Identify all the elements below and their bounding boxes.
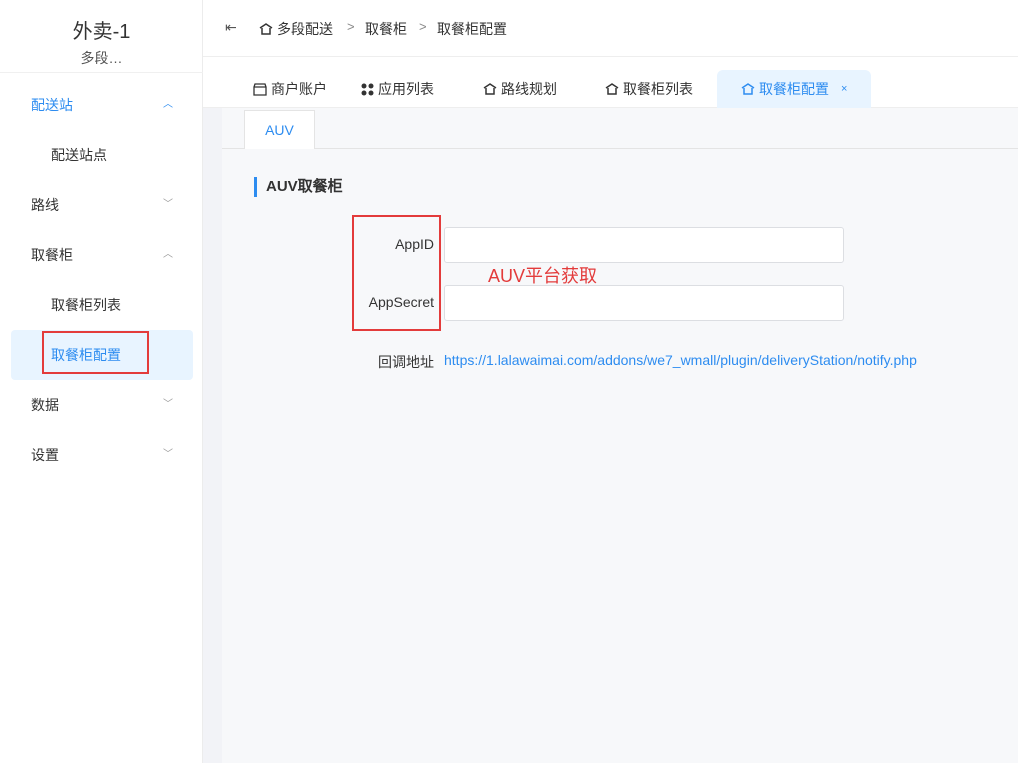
- chevron-down-icon: ﹀: [163, 449, 173, 460]
- apps-icon: [361, 83, 374, 95]
- collapse-menu-icon[interactable]: ⇤: [225, 19, 237, 36]
- breadcrumb-separator: >: [347, 19, 355, 34]
- breadcrumb-label: 多段配送: [277, 21, 333, 37]
- tab-locker-list[interactable]: 取餐柜列表: [605, 70, 693, 108]
- tab-app-list[interactable]: 应用列表: [361, 70, 434, 108]
- tab-label: 路线规划: [501, 81, 557, 97]
- tab-route-planning[interactable]: 路线规划: [483, 70, 557, 108]
- sidebar-item-settings[interactable]: 设置 ﹀: [0, 430, 203, 480]
- sidebar-item-delivery-station[interactable]: 配送站 ︿: [0, 80, 203, 130]
- main-content: AUV AUV取餐柜: [222, 108, 1018, 763]
- tab-label: 商户账户: [271, 81, 327, 97]
- home-icon: [741, 83, 755, 95]
- sidebar-item-data[interactable]: 数据 ﹀: [0, 380, 203, 430]
- brand-title: 外卖-1: [72, 21, 131, 43]
- callback-label: 回调地址: [378, 354, 434, 370]
- section-title: AUV取餐柜: [254, 177, 343, 197]
- sidebar-item-lockers[interactable]: 取餐柜 ︿: [0, 230, 203, 280]
- highlight-box-fields: [352, 215, 441, 331]
- store-icon: [253, 82, 267, 96]
- breadcrumb-item[interactable]: 取餐柜: [365, 19, 407, 39]
- breadcrumb-item[interactable]: 多段配送: [259, 19, 333, 39]
- breadcrumb-label: 取餐柜配置: [437, 21, 507, 37]
- tab-locker-config[interactable]: 取餐柜配置 ×: [717, 70, 872, 108]
- sidebar-item-locker-list[interactable]: 取餐柜列表: [11, 280, 193, 330]
- sidebar-item-label: 路线: [31, 197, 59, 213]
- sidebar-item-label: 取餐柜列表: [51, 297, 121, 313]
- sidebar-item-routes[interactable]: 路线 ﹀: [0, 180, 203, 230]
- sidebar-item-label: 配送站点: [51, 147, 107, 163]
- brand-subtitle: 多段…: [80, 50, 123, 66]
- tab-merchant-account[interactable]: 商户账户: [253, 70, 327, 108]
- breadcrumb-label: 取餐柜: [365, 21, 407, 37]
- home-icon: [605, 83, 619, 95]
- tab-bar: 商户账户 应用列表 路线规划 取餐柜列表 取餐柜配置 ×: [203, 57, 1018, 108]
- appsecret-input[interactable]: [444, 285, 844, 321]
- appid-input[interactable]: [444, 227, 844, 263]
- breadcrumb-separator: >: [419, 19, 427, 34]
- chevron-up-icon: ︿: [163, 249, 173, 260]
- config-panel: AUV AUV取餐柜: [222, 108, 1018, 763]
- sidebar-item-label: 数据: [31, 397, 59, 413]
- brand-divider: [0, 72, 203, 73]
- sidebar-item-delivery-points[interactable]: 配送站点: [11, 130, 193, 180]
- home-icon: [259, 23, 273, 35]
- sidebar-item-label: 配送站: [31, 97, 73, 113]
- subtab-divider: [222, 148, 1018, 149]
- header: ⇤ 多段配送 > 取餐柜 > 取餐柜配置: [203, 0, 1018, 57]
- breadcrumb-item: 取餐柜配置: [437, 19, 507, 39]
- tab-label: 取餐柜配置: [759, 81, 829, 97]
- sidebar: 外卖-1 多段… 配送站 ︿ 配送站点 路线 ﹀ 取餐柜 ︿ 取餐柜列表 取餐柜…: [0, 0, 203, 763]
- tab-label: 取餐柜列表: [623, 81, 693, 97]
- subtab-auv[interactable]: AUV: [244, 110, 315, 149]
- tab-label: 应用列表: [378, 81, 434, 97]
- callback-url-link[interactable]: https://1.lalawaimai.com/addons/we7_wmal…: [444, 352, 917, 368]
- sidebar-item-label: 取餐柜: [31, 247, 73, 263]
- close-icon[interactable]: ×: [841, 70, 847, 108]
- chevron-down-icon: ﹀: [163, 399, 173, 410]
- annotation-text: AUV平台获取: [488, 266, 598, 286]
- sidebar-item-label: 设置: [31, 447, 59, 463]
- chevron-down-icon: ﹀: [163, 199, 173, 210]
- highlight-box-sidebar: [42, 331, 149, 374]
- chevron-up-icon: ︿: [163, 99, 173, 110]
- home-icon: [483, 83, 497, 95]
